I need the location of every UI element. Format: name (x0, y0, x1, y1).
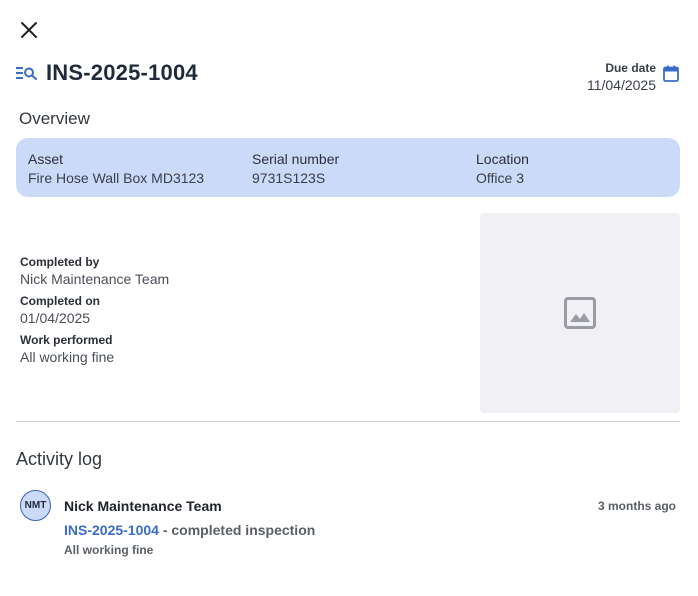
location-field: Location Office 3 (476, 151, 529, 186)
completed-by-label: Completed by (20, 255, 100, 269)
list-search-icon (16, 65, 38, 81)
due-date: Due date 11/04/2025 (587, 61, 656, 93)
work-performed-value: All working fine (20, 349, 115, 365)
activity-action-text: - completed inspection (158, 522, 316, 538)
completion-details: Completed by Nick Maintenance Team Compl… (20, 255, 169, 372)
asset-label: Asset (28, 151, 64, 167)
close-button[interactable] (18, 19, 40, 41)
activity-user-name: Nick Maintenance Team (64, 498, 222, 514)
work-performed-label: Work performed (20, 333, 113, 347)
due-date-label: Due date (605, 61, 656, 75)
asset-field: Asset Fire Hose Wall Box MD3123 (28, 151, 204, 186)
completed-on-value: 01/04/2025 (20, 310, 91, 326)
inspection-image-placeholder[interactable] (480, 213, 680, 413)
serial-field: Serial number 9731S123S (252, 151, 339, 186)
completed-by-value: Nick Maintenance Team (20, 271, 170, 287)
close-icon[interactable] (20, 21, 38, 39)
inspection-ref-link[interactable]: INS-2025-1004 (64, 522, 159, 538)
due-date-value: 11/04/2025 (586, 77, 656, 93)
activity-action: INS-2025-1004 - completed inspection (64, 522, 315, 538)
activity-log-heading: Activity log (16, 449, 103, 469)
activity-log-entry: NMT Nick Maintenance Team 3 months ago I… (20, 490, 676, 560)
location-value: Office 3 (476, 170, 524, 186)
activity-timestamp: 3 months ago (597, 499, 676, 513)
serial-label: Serial number (252, 151, 340, 167)
location-label: Location (476, 151, 529, 167)
calendar-icon[interactable] (663, 65, 679, 82)
avatar: NMT (20, 490, 51, 521)
calendar-button[interactable] (663, 65, 679, 82)
serial-value: 9731S123S (252, 170, 326, 186)
activity-note: All working fine (64, 543, 154, 557)
image-placeholder-icon (564, 297, 596, 329)
overview-card: Asset Fire Hose Wall Box MD3123 Serial n… (16, 138, 680, 197)
completed-on-label: Completed on (20, 294, 100, 308)
page-title: INS-2025-1004 (46, 60, 198, 85)
section-divider (16, 421, 680, 422)
overview-heading: Overview (19, 109, 90, 128)
asset-value: Fire Hose Wall Box MD3123 (28, 170, 205, 186)
title-row: INS-2025-1004 (16, 60, 198, 86)
inspection-detail-panel: INS-2025-1004 Due date 11/04/2025 Overvi… (0, 0, 698, 596)
